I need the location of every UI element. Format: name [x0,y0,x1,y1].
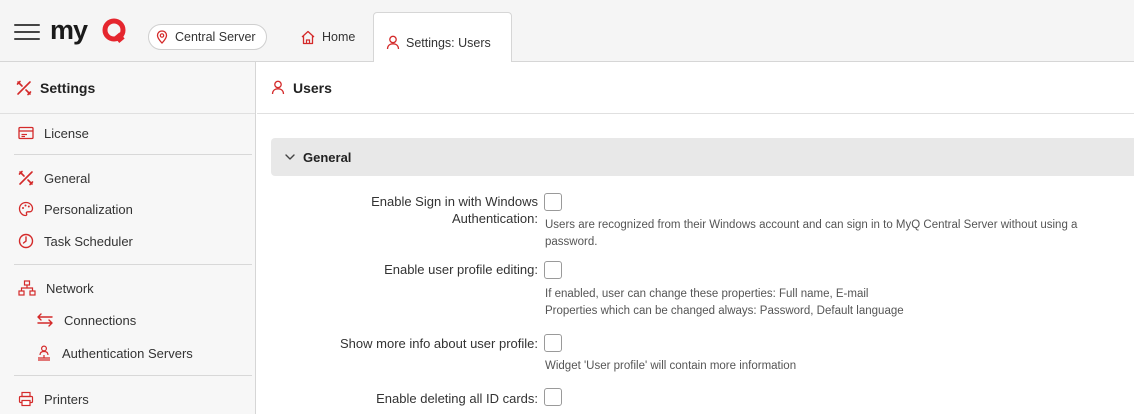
sidebar-item-printers[interactable]: Printers [0,385,255,413]
tab-home-label: Home [322,30,356,44]
home-icon [301,30,315,44]
sidebar-item-label: Task Scheduler [44,233,133,249]
setting-label-line: Show more info about user profile: [340,336,538,351]
sidebar-item-network[interactable]: Network [0,274,255,302]
auth-server-icon [38,345,50,361]
sidebar-item-label: License [44,125,89,141]
user-icon [386,35,400,50]
printer-icon [18,391,34,407]
setting-desc-line: Users are recognized from their Windows … [545,219,1078,231]
sidebar-item-license[interactable]: License [0,119,255,147]
clock-icon [18,233,34,249]
sidebar-item-label: Personalization [44,201,133,217]
page-title: Users [293,79,332,96]
top-bar: my Central Server Home Settings: Users [0,0,1134,63]
sidebar-header: Settings [0,62,255,114]
profile-editing-checkbox[interactable] [544,261,562,279]
sidebar-item-label: Network [46,280,94,296]
sidebar-item-connections[interactable]: Connections [0,306,255,334]
more-info-checkbox[interactable] [544,334,562,352]
network-icon [18,280,36,296]
sidebar-title: Settings [40,79,96,96]
setting-label-line: Enable deleting all ID cards: [376,391,538,406]
user-icon [271,80,285,95]
setting-label-line: Enable Sign in with Windows [371,194,538,209]
setting-desc-line: Properties which can be changed always: … [545,305,904,317]
hamburger-menu-icon[interactable] [14,22,40,42]
setting-label-more-info: Show more info about user profile: [340,335,538,352]
setting-desc-line: If enabled, user can change these proper… [545,288,869,300]
location-pin-icon [156,30,168,44]
settings-sidebar: Settings License General Personalization… [0,62,256,414]
palette-icon [18,201,34,217]
main-panel: Users General Enable Sign in with Window… [257,62,1134,414]
tools-icon [18,170,34,186]
sidebar-item-task-scheduler[interactable]: Task Scheduler [0,227,255,255]
sidebar-item-personalization[interactable]: Personalization [0,195,255,223]
setting-desc-windows-auth: Users are recognized from their Windows … [545,217,1077,251]
server-label: Central Server [175,30,256,44]
tools-icon [16,80,32,95]
tab-settings-users-label: Settings: Users [406,35,491,50]
tab-settings-users[interactable]: Settings: Users [373,12,512,63]
myq-logo: my [50,17,126,45]
sidebar-item-label: Authentication Servers [62,345,193,361]
chevron-down-icon [285,154,295,160]
sidebar-item-label: General [44,170,91,186]
svg-text:my: my [50,17,88,45]
setting-label-line: Enable user profile editing: [384,262,538,277]
sidebar-item-authentication-servers[interactable]: Authentication Servers [0,339,255,367]
sidebar-item-label: Printers [44,391,89,407]
windows-auth-checkbox[interactable] [544,193,562,211]
license-icon [18,126,34,140]
general-section-toggle[interactable]: General [271,138,1134,176]
section-title: General [303,149,352,165]
sidebar-item-label: Connections [64,312,137,328]
setting-desc-profile-editing: If enabled, user can change these proper… [545,286,904,320]
setting-desc-line: Widget 'User profile' will contain more … [545,360,797,372]
central-server-selector[interactable]: Central Server [148,24,267,50]
sidebar-divider [14,264,252,265]
setting-label-windows-auth: Enable Sign in with Windows Authenticati… [371,193,538,227]
setting-desc-line: password. [545,236,598,248]
sidebar-item-general[interactable]: General [0,164,255,192]
connections-icon [37,313,53,327]
sidebar-divider [14,375,252,376]
setting-label-delete-id-cards: Enable deleting all ID cards: [376,390,538,407]
setting-label-profile-editing: Enable user profile editing: [384,261,538,278]
setting-desc-more-info: Widget 'User profile' will contain more … [545,358,796,375]
tab-home[interactable]: Home [288,24,367,50]
setting-label-line: Authentication: [451,211,538,226]
delete-id-cards-checkbox[interactable] [544,388,562,406]
page-header: Users [257,62,1134,114]
sidebar-divider [14,154,252,155]
